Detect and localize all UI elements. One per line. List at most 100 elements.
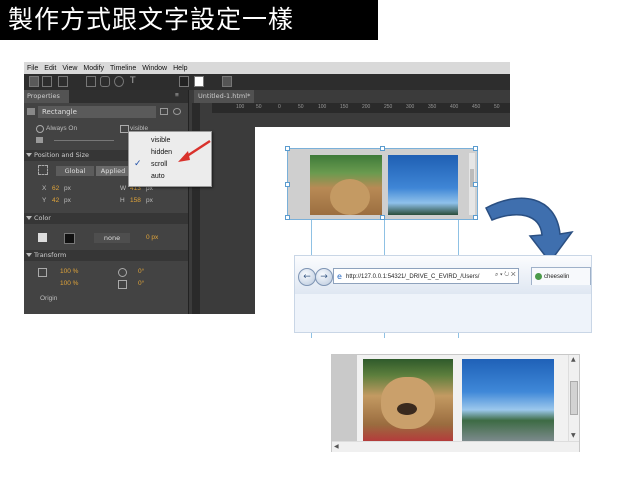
selected-rectangle-element[interactable] — [285, 146, 478, 220]
y-label: Y — [42, 197, 47, 204]
display-mode-label[interactable]: Always On — [46, 125, 77, 132]
border-style-select[interactable]: none — [94, 233, 130, 243]
back-button[interactable]: ← — [298, 268, 316, 286]
registration-icon — [38, 165, 48, 175]
section-position-label: Position and Size — [34, 151, 90, 159]
document-tab[interactable]: Untitled-1.html* — [194, 90, 254, 103]
ruler-tick: 300 — [406, 104, 415, 110]
scale-y-value[interactable]: 100 % — [60, 280, 78, 287]
resize-handle[interactable] — [285, 215, 290, 220]
link-icon[interactable] — [173, 108, 181, 115]
h-value[interactable]: 158 — [130, 197, 141, 204]
menu-view[interactable]: View — [59, 65, 80, 72]
border-width-value[interactable]: 0 px — [146, 234, 158, 241]
clipping-tool-icon[interactable] — [58, 76, 68, 87]
element-name-field[interactable]: Rectangle — [38, 106, 156, 118]
menu-file[interactable]: File — [24, 65, 41, 72]
vertical-scroll-thumb[interactable] — [570, 381, 578, 415]
rendered-scroll-box[interactable]: ▲ ▼ ◀ — [331, 354, 580, 452]
section-transform[interactable]: Transform — [24, 250, 188, 261]
ruler-tick: 50 — [256, 104, 262, 110]
tab-title: cheeselin — [544, 274, 570, 280]
scale-icon — [38, 268, 47, 277]
w-label: W — [120, 185, 127, 192]
rendered-gray-area — [332, 355, 357, 441]
copy-icon[interactable] — [160, 108, 168, 115]
horizontal-ruler: 100 50 0 50 100 150 200 250 300 350 400 … — [212, 103, 510, 113]
text-tool-icon[interactable]: T — [130, 76, 136, 87]
ruler-tick: 100 — [318, 104, 327, 110]
rounded-rectangle-tool-icon[interactable] — [100, 76, 110, 87]
eye-icon — [36, 125, 44, 133]
horizontal-scrollbar[interactable]: ◀ — [332, 441, 579, 452]
browser-screenshot: ← → http://127.0.0.1:54321/_DRIVE_C_EVIR… — [294, 255, 592, 333]
forward-button[interactable]: → — [315, 268, 333, 286]
y-unit: px — [64, 197, 71, 204]
ruler-tick: 450 — [472, 104, 481, 110]
page-icon: e — [337, 272, 342, 281]
tab-favicon-icon — [535, 273, 542, 280]
panel-options-icon[interactable]: ≡ — [175, 92, 179, 99]
menu-window[interactable]: Window — [139, 65, 170, 72]
resize-handle[interactable] — [380, 215, 385, 220]
resize-handle[interactable] — [285, 146, 290, 151]
option-auto[interactable]: auto — [151, 173, 165, 180]
border-color-swatch[interactable] — [64, 233, 75, 244]
transform-tool-icon[interactable] — [42, 76, 52, 87]
opacity-slider[interactable] — [54, 140, 114, 141]
h-label: H — [120, 197, 125, 204]
option-hidden[interactable]: hidden — [151, 149, 172, 156]
scale-x-value[interactable]: 100 % — [60, 268, 78, 275]
resize-handle[interactable] — [473, 146, 478, 151]
global-button[interactable]: Global — [56, 166, 94, 176]
scroll-up-icon[interactable]: ▲ — [571, 356, 576, 363]
x-value[interactable]: 62 — [52, 185, 59, 192]
menu-help[interactable]: Help — [170, 65, 190, 72]
dog-photo — [310, 155, 382, 215]
ruler-tick: 100 — [236, 104, 245, 110]
y-value[interactable]: 42 — [52, 197, 59, 204]
ellipse-tool-icon[interactable] — [114, 76, 124, 87]
menu-modify[interactable]: Modify — [80, 65, 107, 72]
scroll-left-icon[interactable]: ◀ — [334, 443, 339, 450]
dog-photo-shape — [330, 179, 370, 215]
browser-tab[interactable]: cheeselin — [531, 267, 591, 285]
option-visible[interactable]: visible — [151, 137, 170, 144]
fill-color-swatch[interactable] — [38, 233, 47, 242]
h-unit: px — [146, 197, 153, 204]
title-banner: 製作方式跟文字設定一樣 — [0, 0, 378, 40]
scroll-down-icon[interactable]: ▼ — [571, 432, 576, 439]
checkmark-icon: ✓ — [134, 159, 142, 169]
selection-tool-icon[interactable] — [29, 76, 39, 87]
ruler-tick: 50 — [494, 104, 500, 110]
x-label: X — [42, 185, 47, 192]
menu-edit[interactable]: Edit — [41, 65, 59, 72]
menu-timeline[interactable]: Timeline — [107, 65, 139, 72]
x-unit: px — [64, 185, 71, 192]
properties-tab[interactable]: Properties — [24, 90, 69, 103]
opacity-icon — [36, 137, 43, 143]
ruler-tick: 250 — [384, 104, 393, 110]
address-bar[interactable]: http://127.0.0.1:54321/_DRIVE_C_EVIRD_/U… — [333, 268, 519, 284]
red-pointer-arrow-icon — [178, 139, 211, 162]
resize-handle[interactable] — [380, 146, 385, 151]
browser-toolbar: ← → http://127.0.0.1:54321/_DRIVE_C_EVIR… — [295, 256, 591, 294]
address-actions[interactable]: ⌕ ▾ ↻ ✕ — [495, 272, 516, 279]
resize-handle[interactable] — [473, 182, 478, 187]
section-color[interactable]: Color — [24, 213, 188, 224]
rotate-value[interactable]: 0° — [138, 268, 144, 275]
skew-value[interactable]: 0° — [138, 280, 144, 287]
element-type-icon — [27, 108, 35, 115]
ruler-tick: 150 — [340, 104, 349, 110]
applied-button[interactable]: Applied — [96, 166, 130, 176]
resize-handle[interactable] — [285, 182, 290, 187]
stage-tool-icon[interactable] — [222, 76, 232, 87]
properties-panel: Properties ≡ Rectangle Always On visible… — [24, 90, 189, 314]
origin-label: Origin — [40, 295, 58, 302]
border-color-swatch-icon[interactable] — [194, 76, 204, 87]
background-color-swatch-icon[interactable] — [179, 76, 189, 87]
resize-handle[interactable] — [473, 215, 478, 220]
sky-photo — [388, 155, 458, 215]
rectangle-tool-icon[interactable] — [86, 76, 96, 87]
option-scroll[interactable]: scroll — [151, 161, 167, 168]
